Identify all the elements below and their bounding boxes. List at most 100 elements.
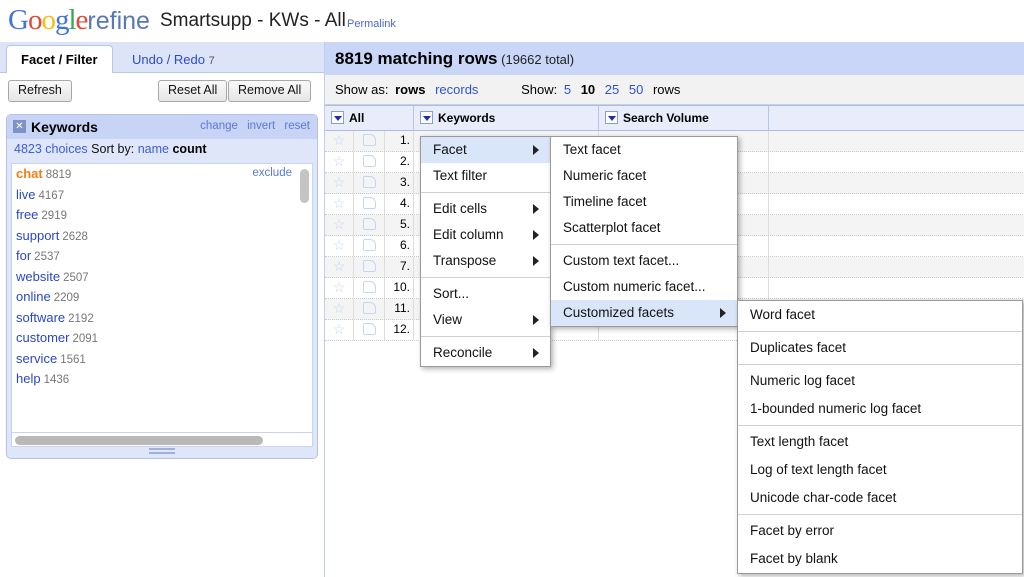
menu-item[interactable]: Numeric facet <box>551 163 737 189</box>
menu-item[interactable]: Unicode char-code facet <box>738 484 1022 512</box>
menu-item[interactable]: Custom numeric facet... <box>551 274 737 300</box>
flag-icon[interactable] <box>354 131 385 151</box>
flag-icon[interactable] <box>354 278 385 298</box>
facet-exclude-link[interactable]: exclude <box>252 167 292 179</box>
show-as-records[interactable]: records <box>435 82 478 97</box>
column-context-menu[interactable]: FacetText filter Edit cellsEdit columnTra… <box>420 136 551 367</box>
facet-choice[interactable]: service1561 <box>12 349 312 370</box>
star-icon[interactable]: ☆ <box>325 173 354 193</box>
page-size-5[interactable]: 5 <box>564 82 571 97</box>
flag-icon[interactable] <box>354 257 385 277</box>
rows-suffix: rows <box>653 82 680 97</box>
chevron-down-icon[interactable] <box>605 111 618 124</box>
customized-facets-submenu[interactable]: Word facet Duplicates facet Numeric log fa… <box>737 300 1023 574</box>
facet-choice[interactable]: software2192 <box>12 308 312 329</box>
facet-change-link[interactable]: change <box>200 120 238 132</box>
menu-item[interactable]: Text facet <box>551 137 737 163</box>
menu-item[interactable]: View <box>421 307 550 333</box>
menu-item[interactable]: Custom text facet... <box>551 248 737 274</box>
menu-item[interactable]: Reconcile <box>421 340 550 366</box>
column-header-keywords[interactable]: Keywords <box>414 106 599 131</box>
chevron-down-icon[interactable] <box>331 111 344 124</box>
menu-item[interactable]: Text length facet <box>738 428 1022 456</box>
menu-item-label: Word facet <box>750 307 815 322</box>
menu-item[interactable]: Word facet <box>738 301 1022 329</box>
facet-reset-link[interactable]: reset <box>284 120 310 132</box>
facet-choice[interactable]: support2628 <box>12 226 312 247</box>
menu-item[interactable]: Facet by blank <box>738 545 1022 573</box>
sidebar-tabstrip: Facet / Filter Undo / Redo 7 <box>0 42 324 73</box>
show-as-rows[interactable]: rows <box>395 82 425 97</box>
flag-icon[interactable] <box>354 320 385 340</box>
facet-choice-count: 1561 <box>60 354 86 366</box>
facet-horizontal-scrollbar[interactable] <box>11 433 313 447</box>
menu-item[interactable]: Facet by error <box>738 517 1022 545</box>
facet-choice[interactable]: online2209 <box>12 287 312 308</box>
tab-undo-redo[interactable]: Undo / Redo 7 <box>118 45 229 73</box>
page-size-25[interactable]: 25 <box>605 82 619 97</box>
menu-item[interactable]: Facet <box>421 137 550 163</box>
facet-choice-count: 2628 <box>62 231 88 243</box>
menu-item[interactable]: Log of text length facet <box>738 456 1022 484</box>
column-header-all[interactable]: All <box>325 106 414 131</box>
refine-app: Googlerefine Smartsupp - KWs - All Perma… <box>0 0 1024 577</box>
column-label-search-volume: Search Volume <box>623 111 709 125</box>
menu-item[interactable]: 1-bounded numeric log facet <box>738 395 1022 423</box>
menu-item[interactable]: Scatterplot facet <box>551 215 737 241</box>
facet-resize-grip[interactable] <box>149 448 175 456</box>
permalink-link[interactable]: Permalink <box>347 18 396 30</box>
star-icon[interactable]: ☆ <box>325 278 354 298</box>
remove-all-button[interactable]: Remove All <box>228 80 311 102</box>
star-icon[interactable]: ☆ <box>325 131 354 151</box>
menu-separator <box>421 277 550 278</box>
refresh-button[interactable]: Refresh <box>8 80 72 102</box>
facet-vertical-scrollbar[interactable] <box>300 165 311 433</box>
menu-item-label: Numeric facet <box>563 168 646 183</box>
facet-choices-count[interactable]: 4823 choices <box>14 142 88 156</box>
star-icon[interactable]: ☆ <box>325 257 354 277</box>
facet-choice-list[interactable]: chat8819excludelive4167free2919support26… <box>11 163 313 433</box>
flag-icon[interactable] <box>354 173 385 193</box>
facet-choice[interactable]: help1436 <box>12 369 312 390</box>
star-icon[interactable]: ☆ <box>325 194 354 214</box>
flag-icon[interactable] <box>354 299 385 319</box>
star-icon[interactable]: ☆ <box>325 236 354 256</box>
facet-choice[interactable]: free2919 <box>12 205 312 226</box>
star-icon[interactable]: ☆ <box>325 152 354 172</box>
column-header-search-volume[interactable]: Search Volume <box>599 106 769 131</box>
page-size-10[interactable]: 10 <box>581 82 595 97</box>
page-size-50[interactable]: 50 <box>629 82 643 97</box>
menu-item[interactable]: Text filter <box>421 163 550 189</box>
menu-item[interactable]: Duplicates facet <box>738 334 1022 362</box>
menu-item[interactable]: Transpose <box>421 248 550 274</box>
facet-choice[interactable]: live4167 <box>12 185 312 206</box>
facet-scroll-thumb[interactable] <box>300 169 309 203</box>
menu-item[interactable]: Timeline facet <box>551 189 737 215</box>
flag-icon[interactable] <box>354 152 385 172</box>
facet-hscroll-thumb[interactable] <box>15 436 263 445</box>
menu-item[interactable]: Edit cells <box>421 196 550 222</box>
facet-choice[interactable]: for2537 <box>12 246 312 267</box>
flag-icon[interactable] <box>354 194 385 214</box>
facet-choice-label: customer <box>16 330 69 345</box>
tab-facet-filter[interactable]: Facet / Filter <box>6 45 113 73</box>
facet-invert-link[interactable]: invert <box>247 120 275 132</box>
star-icon[interactable]: ☆ <box>325 215 354 235</box>
menu-item[interactable]: Sort... <box>421 281 550 307</box>
facet-sort-name[interactable]: name <box>138 142 169 156</box>
flag-icon[interactable] <box>354 236 385 256</box>
facet-submenu[interactable]: Text facet Numeric facet Timeline facetSca… <box>550 136 738 327</box>
facet-choice[interactable]: customer2091 <box>12 328 312 349</box>
reset-all-button[interactable]: Reset All <box>158 80 227 102</box>
menu-item[interactable]: Numeric log facet <box>738 367 1022 395</box>
menu-item[interactable]: Edit column <box>421 222 550 248</box>
close-icon[interactable]: ✕ <box>13 120 26 133</box>
menu-item[interactable]: Customized facets <box>551 300 737 326</box>
flag-icon[interactable] <box>354 215 385 235</box>
facet-choice[interactable]: chat8819exclude <box>12 164 312 185</box>
chevron-down-icon[interactable] <box>420 111 433 124</box>
facet-sort-count[interactable]: count <box>172 142 206 156</box>
facet-choice[interactable]: website2507 <box>12 267 312 288</box>
star-icon[interactable]: ☆ <box>325 320 354 340</box>
star-icon[interactable]: ☆ <box>325 299 354 319</box>
